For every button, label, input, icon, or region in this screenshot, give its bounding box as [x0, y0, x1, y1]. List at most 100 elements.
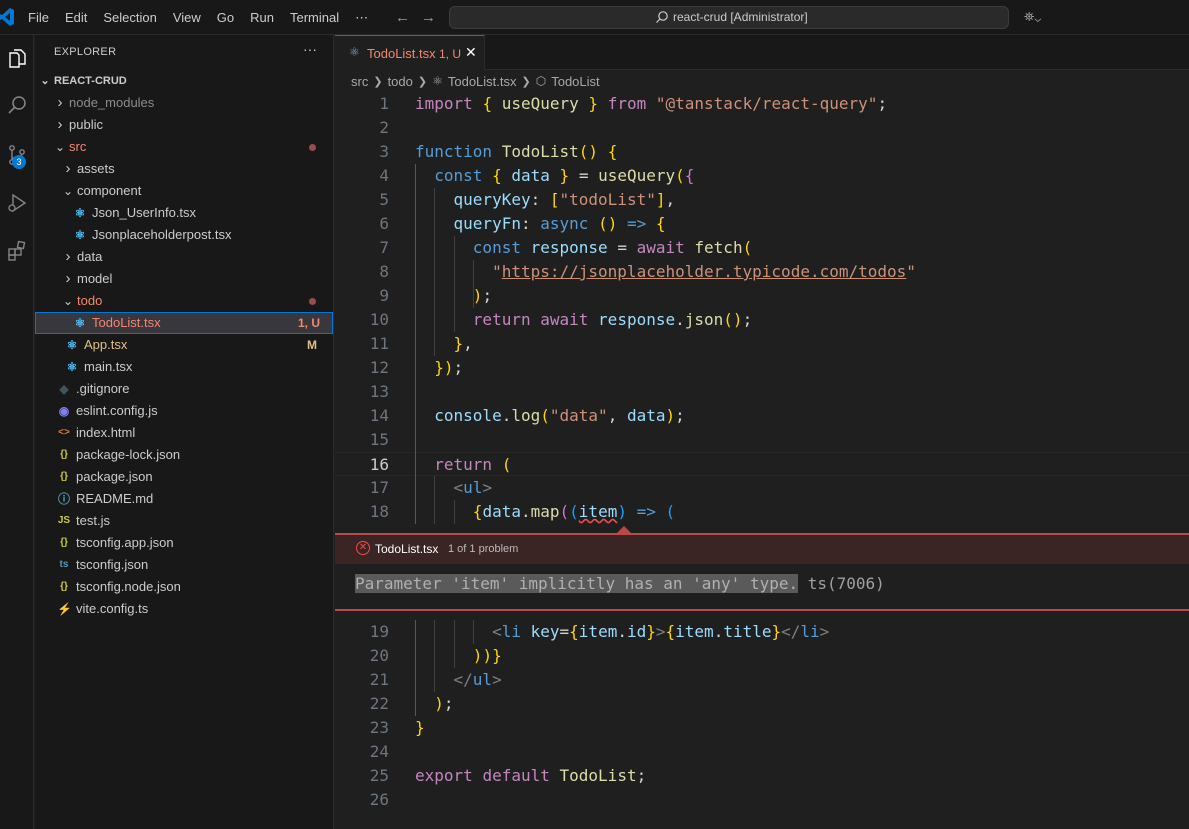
menu-item-6[interactable]: Terminal — [282, 0, 347, 35]
close-icon[interactable]: ✕ — [465, 44, 477, 61]
chevron-down-icon: ⌄ — [40, 75, 50, 87]
tree-item-assets[interactable]: › assets — [35, 158, 333, 180]
tree-item-todolist-tsx[interactable]: ⚛ TodoList.tsx 1, U — [35, 312, 333, 334]
code-line-24[interactable]: 24 — [335, 740, 1189, 764]
code-line-4[interactable]: 4 const { data } = useQuery({ — [335, 164, 1189, 188]
tree-item-label: model — [77, 271, 113, 286]
breadcrumb-todo[interactable]: todo — [388, 74, 413, 89]
run-debug-icon[interactable] — [0, 183, 34, 223]
menu-item-4[interactable]: Go — [209, 0, 242, 35]
tree-item-package-lock-json[interactable]: {} package-lock.json — [35, 444, 333, 466]
code-line-22[interactable]: 22 ); — [335, 692, 1189, 716]
tree-item-tsconfig-json[interactable]: ts tsconfig.json — [35, 554, 333, 576]
tree-item-jsonplaceholderpost-tsx[interactable]: ⚛ Jsonplaceholderpost.tsx — [35, 224, 333, 246]
line-source: const response = await fetch( — [472, 238, 753, 257]
breadcrumb: src ❯ todo ❯ ⚛ TodoList.tsx ❯ ⬡ TodoList — [335, 70, 1189, 92]
line-source: queryFn: async () => { — [453, 214, 666, 233]
tree-item-test-js[interactable]: JS test.js — [35, 510, 333, 532]
code-line-6[interactable]: 6 queryFn: async () => { — [335, 212, 1189, 236]
tree-item-main-tsx[interactable]: ⚛ main.tsx — [35, 356, 333, 378]
tree-item-src[interactable]: ⌄ src — [35, 136, 333, 158]
tree-item-data[interactable]: › data — [35, 246, 333, 268]
forward-arrow-icon[interactable]: → — [421, 9, 436, 26]
code-line-18[interactable]: 18 {data.map((item) => ( — [335, 500, 1189, 524]
explorer-root-folder[interactable]: ⌄ REACT-CRUD — [35, 70, 333, 92]
explorer-icon[interactable] — [0, 39, 34, 79]
code-line-13[interactable]: 13 — [335, 380, 1189, 404]
tree-item-label: .gitignore — [76, 381, 130, 396]
ts-file-icon: ts — [59, 559, 69, 570]
tree-item-readme-md[interactable]: ⓘ README.md — [35, 488, 333, 510]
code-line-19[interactable]: 19 <li key={item.id}>{item.title}</li> — [335, 620, 1189, 644]
tree-item-tsconfig-app-json[interactable]: {} tsconfig.app.json — [35, 532, 333, 554]
line-number: 16 — [369, 455, 389, 474]
breadcrumb-symbol[interactable]: TodoList — [551, 74, 599, 89]
tree-item-vite-config-ts[interactable]: ⚡ vite.config.ts — [35, 598, 333, 620]
code-line-7[interactable]: 7 const response = await fetch( — [335, 236, 1189, 260]
code-line-21[interactable]: 21 </ul> — [335, 668, 1189, 692]
code-line-23[interactable]: 23} — [335, 716, 1189, 740]
tree-item-label: package.json — [76, 469, 153, 484]
code-line-16[interactable]: 16 return ( — [335, 452, 1189, 476]
code-line-10[interactable]: 10 return await response.json(); — [335, 308, 1189, 332]
code-line-2[interactable]: 2 — [335, 116, 1189, 140]
code-line-17[interactable]: 17 <ul> — [335, 476, 1189, 500]
tree-item-todo[interactable]: ⌄ todo — [35, 290, 333, 312]
tree-item-label: assets — [77, 161, 115, 176]
html-file-icon: <> — [58, 427, 70, 438]
code-line-14[interactable]: 14 console.log("data", data); — [335, 404, 1189, 428]
code-line-26[interactable]: 26 — [335, 788, 1189, 812]
code-line-25[interactable]: 25 export default TodoList; — [335, 764, 1189, 788]
command-center-search[interactable]: react-crud [Administrator] — [449, 6, 1009, 29]
line-source: }); — [434, 358, 464, 377]
code-line-5[interactable]: 5 queryKey: ["todoList"], — [335, 188, 1189, 212]
indent-guide — [415, 620, 416, 716]
chevron-right-icon: › — [65, 160, 71, 177]
tree-item-model[interactable]: › model — [35, 268, 333, 290]
tree-item-package-json[interactable]: {} package.json — [35, 466, 333, 488]
tree-item-public[interactable]: › public — [35, 114, 333, 136]
menu-item-0[interactable]: File — [20, 0, 57, 35]
copilot-icon[interactable]: ⛯⌄ — [1024, 9, 1041, 25]
tree-item-eslint-config-js[interactable]: ◉ eslint.config.js — [35, 400, 333, 422]
tree-item--gitignore[interactable]: ◆ .gitignore — [35, 378, 333, 400]
menu-item-1[interactable]: Edit — [57, 0, 95, 35]
breadcrumb-file[interactable]: TodoList.tsx — [448, 74, 517, 89]
code-line-12[interactable]: 12 }); — [335, 356, 1189, 380]
code-line-9[interactable]: 9 ); — [335, 284, 1189, 308]
menu-item-3[interactable]: View — [165, 0, 209, 35]
code-line-3[interactable]: 3 function TodoList() { — [335, 140, 1189, 164]
code-line-8[interactable]: 8 "https://jsonplaceholder.typicode.com/… — [335, 260, 1189, 284]
back-arrow-icon[interactable]: ← — [395, 9, 410, 26]
extensions-icon[interactable] — [0, 231, 34, 271]
git-status-badge: 1, U — [298, 316, 321, 330]
explorer-sidebar: EXPLORER ··· ⌄ REACT-CRUD › node_modules ›… — [35, 35, 334, 829]
tree-item-index-html[interactable]: <> index.html — [35, 422, 333, 444]
code-line-15[interactable]: 15 — [335, 428, 1189, 452]
menu-item-2[interactable]: Selection — [95, 0, 164, 35]
json-file-icon: {} — [60, 581, 68, 592]
tree-item-label: README.md — [76, 491, 154, 506]
tree-item-label: test.js — [76, 513, 110, 528]
react-file-icon: ⚛ — [432, 74, 443, 88]
source-control-badge: 3 — [12, 155, 26, 169]
code-line-1[interactable]: 1 import { useQuery } from "@tanstack/rea… — [335, 92, 1189, 116]
line-source: queryKey: ["todoList"], — [453, 190, 676, 209]
menu-item-5[interactable]: Run — [242, 0, 282, 35]
tree-item-json-userinfo-tsx[interactable]: ⚛ Json_UserInfo.tsx — [35, 202, 333, 224]
explorer-more-actions-icon[interactable]: ··· — [303, 41, 317, 57]
tree-item-node-modules[interactable]: › node_modules — [35, 92, 333, 114]
breadcrumb-src[interactable]: src — [351, 74, 368, 89]
tree-item-app-tsx[interactable]: ⚛ App.tsx M — [35, 334, 333, 356]
indent-guide — [415, 164, 416, 524]
code-line-11[interactable]: 11 }, — [335, 332, 1189, 356]
line-number: 9 — [379, 286, 389, 305]
react-file-icon: ⚛ — [74, 206, 86, 220]
menu-item-7[interactable]: ⋯ — [347, 0, 376, 35]
tree-item-label: data — [77, 249, 103, 264]
search-sidebar-icon[interactable] — [0, 85, 34, 125]
tree-item-tsconfig-node-json[interactable]: {} tsconfig.node.json — [35, 576, 333, 598]
code-line-20[interactable]: 20 ))} — [335, 644, 1189, 668]
tab-todolist[interactable]: ⚛ TodoList.tsx 1, U ✕ — [335, 35, 485, 70]
tree-item-component[interactable]: ⌄ component — [35, 180, 333, 202]
